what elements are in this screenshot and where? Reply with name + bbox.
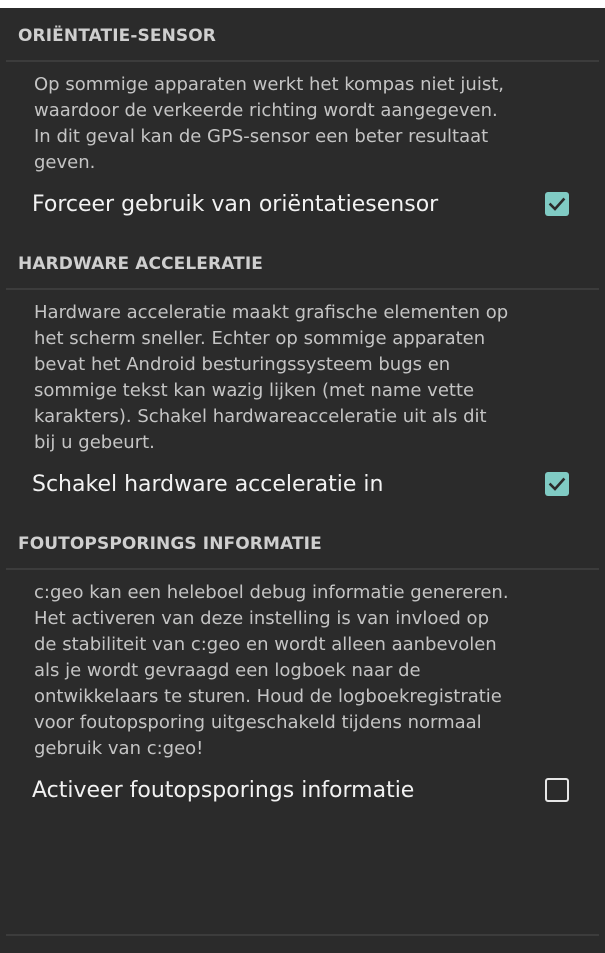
summary-line: gebruik van c:geo! [34,738,204,759]
summary-line: In dit geval kan de GPS-sensor een beter… [34,126,489,147]
window-top-edge [0,0,605,8]
summary-line: c:geo kan een heleboel debug informatie … [34,582,509,603]
preference-title: Schakel hardware acceleratie in [32,472,384,497]
preference-title: Forceer gebruik van oriëntatiesensor [32,192,439,217]
hardware-acceleration-summary: Hardware acceleratie maakt grafische ele… [6,290,599,456]
summary-line: Op sommige apparaten werkt het kompas ni… [34,74,504,95]
summary-line: Het activeren van deze instelling is van… [34,608,489,629]
summary-line: karakters). Schakel hardwareacceleratie … [34,406,487,427]
summary-line: als je wordt gevraagd een logboek naar d… [34,660,421,681]
section-orientation-sensor: ORIËNTATIE-SENSOR Op sommige apparaten w… [6,8,599,236]
checkbox-checked-icon[interactable] [545,192,569,216]
debug-information-summary: c:geo kan een heleboel debug informatie … [6,570,599,762]
orientation-sensor-summary: Op sommige apparaten werkt het kompas ni… [6,62,599,176]
summary-line: bij u gebeurt. [34,432,155,453]
summary-line: bevat het Android besturingssysteem bugs… [34,354,451,375]
summary-line: de stabiliteit van c:geo en wordt alleen… [34,634,497,655]
category-header-debug-information: FOUTOPSPORINGS INFORMATIE [6,516,599,570]
summary-line: ontwikkelaars te sturen. Houd de logboek… [34,686,502,707]
category-header-orientation-sensor: ORIËNTATIE-SENSOR [6,8,599,62]
summary-line: voor foutopsporing uitgeschakeld tijdens… [34,712,482,733]
summary-line: waardoor de verkeerde richting wordt aan… [34,100,498,121]
section-debug-information: FOUTOPSPORINGS INFORMATIE c:geo kan een … [6,516,599,822]
checkbox-checked-icon[interactable] [545,472,569,496]
preference-title: Activeer foutopsporings informatie [32,778,415,803]
summary-line: het scherm sneller. Echter op sommige ap… [34,328,486,349]
category-header-hardware-acceleration: HARDWARE ACCELERATIE [6,236,599,290]
summary-line: Hardware acceleratie maakt grafische ele… [34,302,509,323]
preference-activate-debug-information[interactable]: Activeer foutopsporings informatie [6,762,599,822]
checkbox-unchecked-icon[interactable] [545,778,569,802]
settings-screen: ORIËNTATIE-SENSOR Op sommige apparaten w… [6,8,599,953]
list-divider [6,934,599,936]
preference-force-orientation-sensor[interactable]: Forceer gebruik van oriëntatiesensor [6,176,599,236]
section-hardware-acceleration: HARDWARE ACCELERATIE Hardware accelerati… [6,236,599,516]
preference-enable-hardware-acceleration[interactable]: Schakel hardware acceleratie in [6,456,599,516]
summary-line: geven. [34,152,96,173]
summary-line: sommige tekst kan wazig lijken (met name… [34,380,475,401]
